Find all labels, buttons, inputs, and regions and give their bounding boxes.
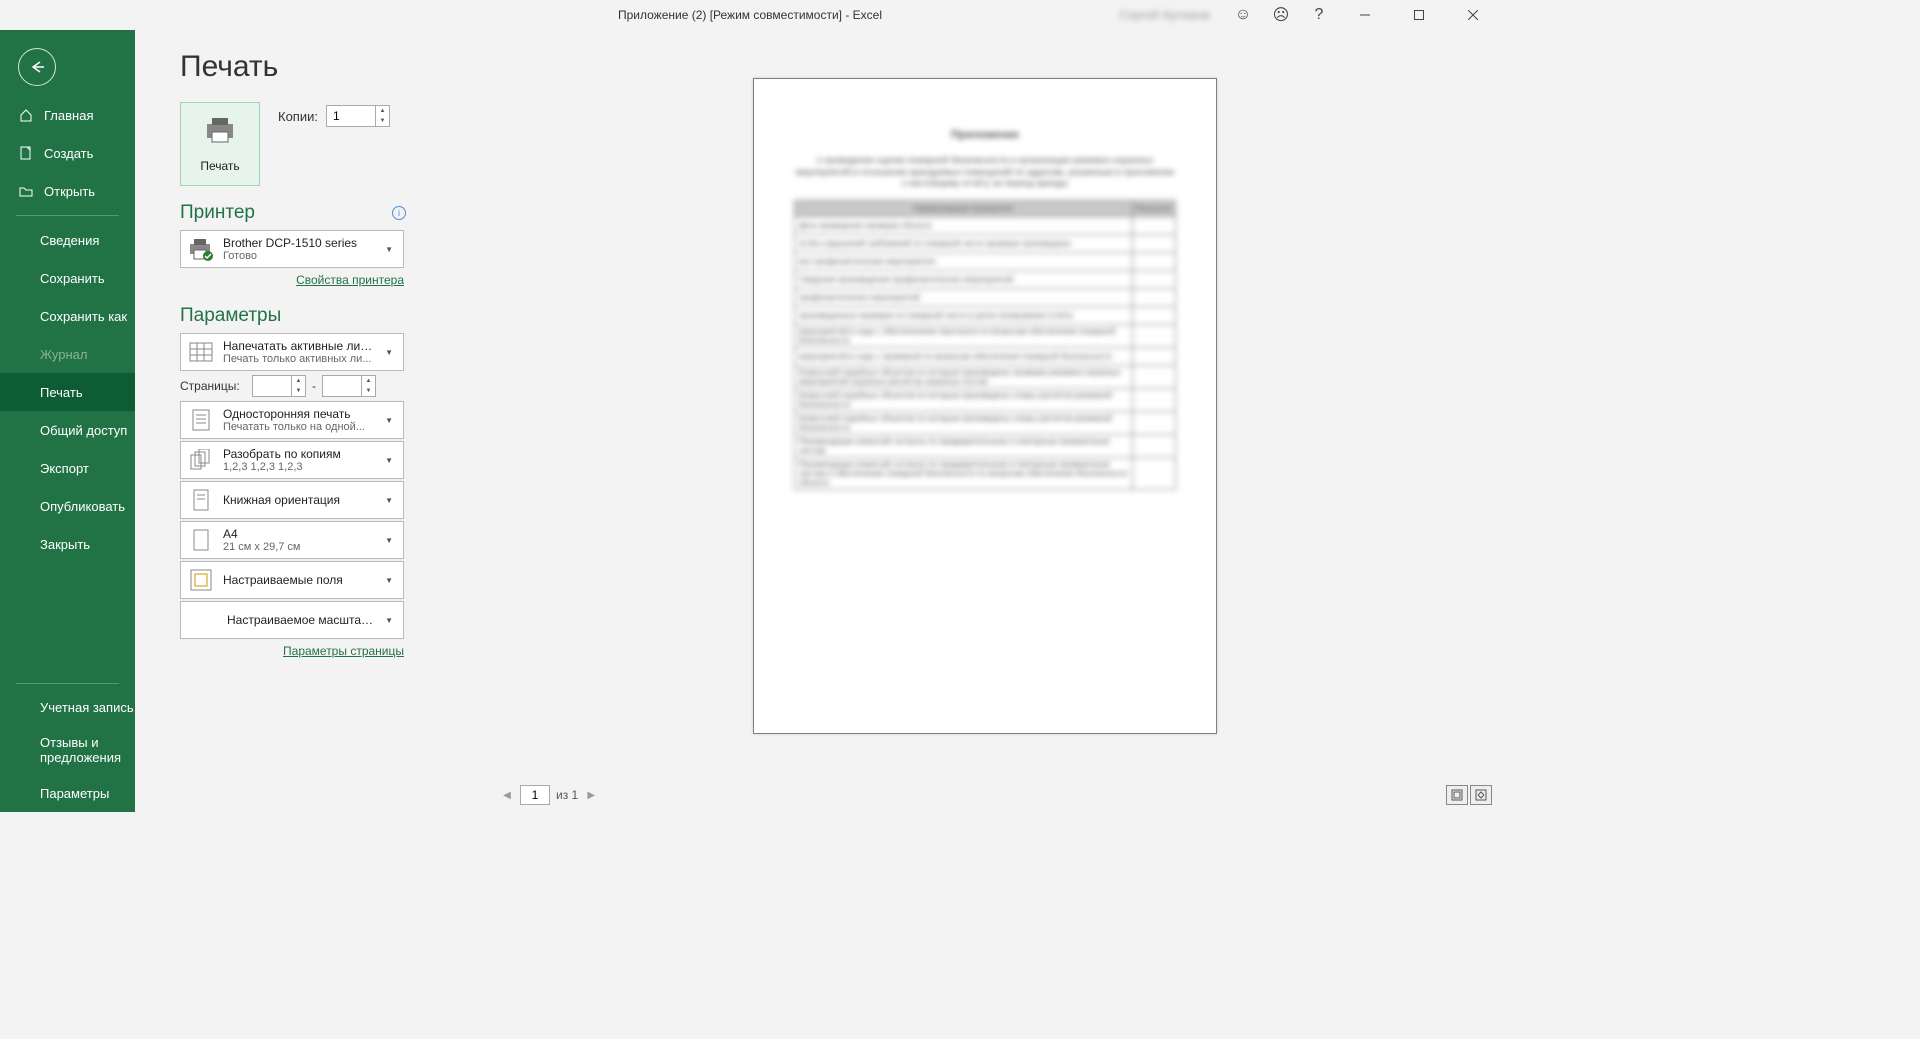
preview-doc-heading: Приложение [794,129,1176,141]
nav-account[interactable]: Учетная запись [0,689,135,727]
print-preview-area: Приложение о проведении оценки пожарной … [470,30,1500,812]
minimize-button[interactable] [1342,0,1388,30]
sidebar-divider-2 [16,683,119,684]
page-title: Печать [180,50,470,84]
margins-icon [187,566,215,594]
pages-separator: - [312,379,316,393]
chevron-down-icon: ▼ [381,456,397,465]
print-controls: Печать Печать Копии: ▲▼ Принтер [135,30,470,812]
pages-to-spinner[interactable]: ▲▼ [322,375,376,397]
nav-new[interactable]: Создать [0,134,135,172]
window-title: Приложение (2) [Режим совместимости] - E… [618,8,882,22]
chevron-down-icon: ▼ [381,496,397,505]
nav-history: Журнал [0,335,135,373]
open-icon [18,184,34,198]
nav-feedback[interactable]: Отзывы и предложения [0,727,135,774]
sheets-icon [187,338,215,366]
scaling-dropdown[interactable]: Настраиваемое масштаби... ▼ [180,601,404,639]
nav-open-label: Открыть [44,184,95,199]
margins-dropdown[interactable]: Настраиваемые поля ▼ [180,561,404,599]
nav-export[interactable]: Экспорт [0,449,135,487]
main-content: Печать Печать Копии: ▲▼ Принтер [135,30,1500,812]
new-icon [18,146,34,160]
copies-spinner[interactable]: ▲▼ [326,105,390,127]
chevron-down-icon: ▼ [381,576,397,585]
chevron-down-icon: ▼ [381,245,397,254]
zoom-to-page-button[interactable] [1470,785,1492,805]
pages-from-input[interactable] [253,376,291,396]
print-button-label: Печать [200,159,239,173]
printer-section-title: Принтер i [180,202,470,224]
chevron-down-icon: ▼ [381,536,397,545]
sides-dropdown[interactable]: Односторонняя печать Печатать только на … [180,401,404,439]
collate-icon [187,446,215,474]
printer-properties-link[interactable]: Свойства принтера [296,273,404,287]
close-button[interactable] [1450,0,1496,30]
nav-print[interactable]: Печать [0,373,135,411]
show-margins-button[interactable] [1446,785,1468,805]
nav-saveas[interactable]: Сохранить как [0,297,135,335]
chevron-down-icon: ▼ [381,348,397,357]
help-icon[interactable]: ? [1304,0,1334,30]
spinner-down-icon[interactable]: ▼ [376,116,389,126]
user-name[interactable]: Сергей Артемов [1119,8,1210,22]
sidebar-divider [16,215,119,216]
nav-new-label: Создать [44,146,93,161]
print-button[interactable]: Печать [180,102,260,186]
page-preview: Приложение о проведении оценки пожарной … [753,78,1217,734]
nav-publish[interactable]: Опубликовать [0,487,135,525]
nav-home-label: Главная [44,108,93,123]
nav-options[interactable]: Параметры [0,774,135,812]
feedback-smile-icon[interactable]: ☺ [1228,0,1258,30]
nav-open[interactable]: Открыть [0,172,135,210]
nav-home[interactable]: Главная [0,96,135,134]
spinner-up-icon[interactable]: ▲ [376,106,389,116]
backstage-sidebar: Главная Создать Открыть Сведения Сохрани… [0,30,135,812]
next-page-button[interactable]: ▶ [584,790,598,801]
page-setup-link[interactable]: Параметры страницы [283,644,404,658]
printer-name: Brother DCP-1510 series [223,236,373,250]
printer-icon [203,116,237,149]
page-navigation: ◀ из 1 ▶ [500,785,598,805]
feedback-frown-icon[interactable]: ☹ [1266,0,1296,30]
paper-size-dropdown[interactable]: A4 21 см x 29,7 см ▼ [180,521,404,559]
nav-close[interactable]: Закрыть [0,525,135,563]
page-icon [187,406,215,434]
portrait-icon [187,486,215,514]
copies-input[interactable] [327,106,375,126]
settings-section-title: Параметры [180,305,470,327]
nav-save[interactable]: Сохранить [0,259,135,297]
title-bar: Приложение (2) [Режим совместимости] - E… [0,0,1500,30]
chevron-down-icon: ▼ [381,616,397,625]
collate-dropdown[interactable]: Разобрать по копиям 1,2,3 1,2,3 1,2,3 ▼ [180,441,404,479]
pages-to-input[interactable] [323,376,361,396]
print-what-dropdown[interactable]: Напечатать активные листы Печать только … [180,333,404,371]
copies-label: Копии: [278,109,318,124]
prev-page-button[interactable]: ◀ [500,790,514,801]
nav-info[interactable]: Сведения [0,221,135,259]
current-page-input[interactable] [520,785,550,805]
page-of-label: из 1 [556,788,578,802]
printer-status: Готово [223,250,373,262]
back-button[interactable] [18,48,56,86]
orientation-dropdown[interactable]: Книжная ориентация ▼ [180,481,404,519]
info-icon[interactable]: i [392,206,406,220]
printer-dropdown[interactable]: Brother DCP-1510 series Готово ▼ [180,230,404,268]
pages-from-spinner[interactable]: ▲▼ [252,375,306,397]
printer-status-icon [187,235,215,263]
paper-icon [187,526,215,554]
home-icon [18,108,34,122]
maximize-button[interactable] [1396,0,1442,30]
chevron-down-icon: ▼ [381,416,397,425]
pages-label: Страницы: [180,379,246,393]
nav-share[interactable]: Общий доступ [0,411,135,449]
